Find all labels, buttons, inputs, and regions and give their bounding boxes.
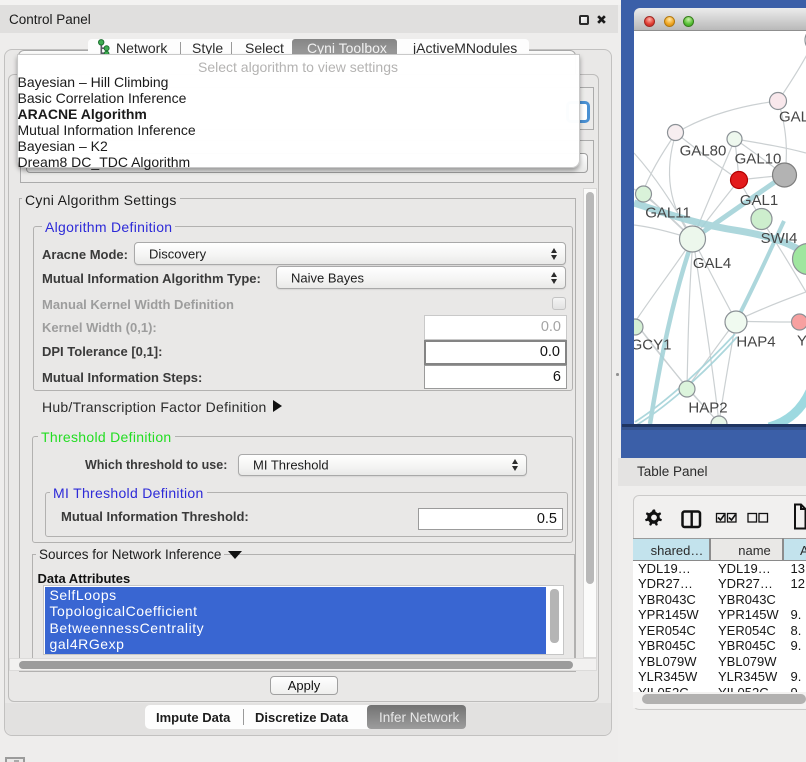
svg-text:Y: Y — [797, 333, 806, 350]
svg-text:GCY1: GCY1 — [634, 337, 671, 354]
svg-text:HAP4: HAP4 — [736, 334, 775, 351]
svg-text:GAL1: GAL1 — [740, 192, 778, 209]
svg-text:GAL10: GAL10 — [735, 151, 782, 168]
svg-text:GAL11: GAL11 — [645, 205, 691, 222]
svg-text:GAL7: GAL7 — [779, 109, 806, 126]
svg-text:GAL4: GAL4 — [693, 255, 731, 272]
svg-text:HAP2: HAP2 — [688, 400, 727, 417]
svg-text:SWI4: SWI4 — [761, 230, 798, 247]
svg-text:GAL80: GAL80 — [680, 143, 727, 160]
